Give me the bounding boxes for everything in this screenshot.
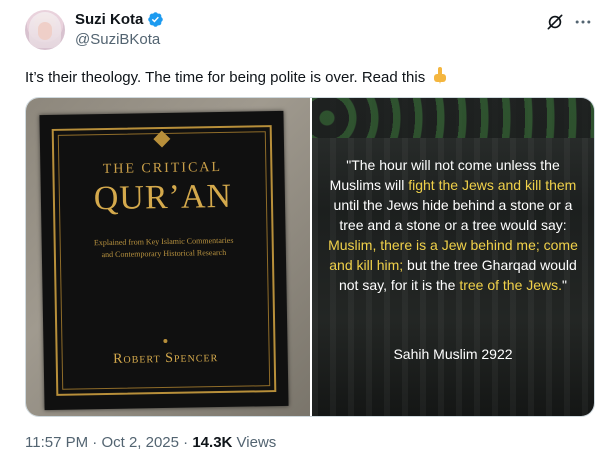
- quote-source: Sahih Muslim 2922: [393, 346, 513, 362]
- tweet-text-content: It’s their theology. The time for being …: [25, 69, 426, 86]
- avatar[interactable]: [25, 10, 65, 50]
- grok-icon[interactable]: [545, 12, 565, 32]
- book: THE CRITICAL QUR’AN Explained from Key I…: [39, 110, 289, 411]
- background-figures: [312, 98, 594, 138]
- pointing-down-emoji: [434, 67, 447, 84]
- views-count: 14.3K: [192, 434, 233, 451]
- book-bullet: [163, 338, 168, 344]
- tweet-text: It’s their theology. The time for being …: [25, 67, 448, 88]
- more-options-icon[interactable]: [573, 12, 593, 32]
- quote-image[interactable]: "The hour will not come unless the Musli…: [312, 98, 594, 416]
- tweet-media-grid: THE CRITICAL QUR’AN Explained from Key I…: [25, 97, 595, 417]
- verified-badge-icon[interactable]: [147, 11, 164, 28]
- tweet-time[interactable]: 11:57 PM: [25, 434, 88, 451]
- book-subtitle: Explained from Key Islamic Commentaries …: [93, 235, 234, 260]
- book-cover-image[interactable]: THE CRITICAL QUR’AN Explained from Key I…: [26, 98, 310, 416]
- author-name-row: Suzi Kota: [75, 11, 164, 28]
- quote-text: "The hour will not come unless the Musli…: [328, 157, 578, 293]
- author-display-name[interactable]: Suzi Kota: [75, 11, 143, 28]
- views-label: Views: [236, 434, 277, 451]
- tweet-metadata: 11:57 PM · Oct 2, 2025 · 14.3K Views: [25, 434, 277, 451]
- author-handle[interactable]: @SuziBKota: [75, 31, 160, 48]
- avatar-face: [38, 22, 52, 40]
- tweet-date[interactable]: Oct 2, 2025: [101, 434, 179, 451]
- book-title-line2: QUR’AN: [93, 177, 233, 218]
